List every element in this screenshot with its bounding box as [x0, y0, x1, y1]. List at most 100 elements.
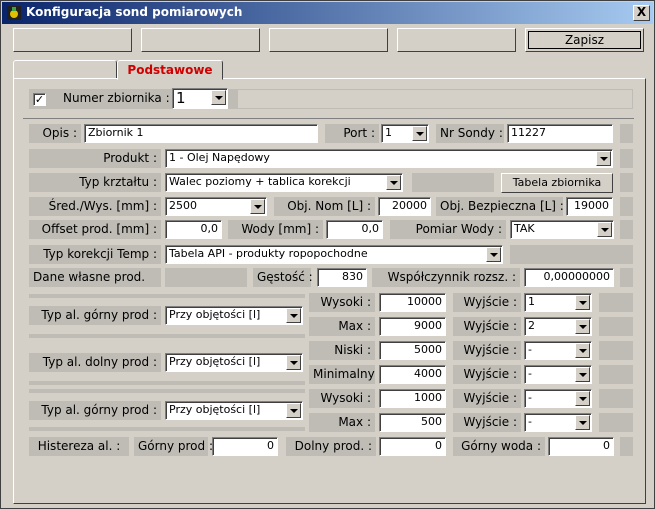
chevron-down-icon[interactable] [596, 151, 611, 166]
spacer [599, 293, 633, 312]
chevron-down-icon[interactable] [575, 415, 590, 430]
chevron-down-icon[interactable] [575, 319, 590, 334]
spacer [620, 437, 633, 456]
port-select[interactable]: 1 [381, 124, 429, 143]
chevron-down-icon[interactable] [575, 295, 590, 310]
group-divider [29, 294, 305, 298]
chevron-down-icon[interactable] [597, 222, 612, 237]
alarm-row-label: Max : [309, 413, 375, 432]
toolbar-button-1[interactable] [13, 28, 132, 52]
alarm-value-input[interactable]: 4000 [379, 365, 446, 384]
chevron-down-icon[interactable] [412, 126, 427, 141]
group-divider [29, 389, 305, 393]
pomiar-wody-select[interactable]: TAK [510, 220, 614, 239]
gorny-woda-input[interactable]: 0 [548, 437, 614, 456]
offset-label: Offset prod. [mm] : [29, 220, 161, 239]
wyjscie-select[interactable]: - [524, 413, 592, 432]
chevron-down-icon[interactable] [575, 391, 590, 406]
pomiar-wody-label: Pomiar Wody : [390, 220, 506, 239]
toolbar-button-2[interactable] [141, 28, 260, 52]
tab-other[interactable] [13, 60, 117, 80]
sred-select[interactable]: 2500 [165, 197, 267, 216]
korekcja-value: Tabela API - produkty ropopochodne [169, 247, 368, 260]
spacer [599, 341, 633, 360]
chevron-down-icon[interactable] [211, 90, 226, 105]
chevron-down-icon[interactable] [386, 175, 401, 190]
alarm-type-label: Typ al. górny prod : [29, 306, 161, 325]
chevron-down-icon[interactable] [286, 403, 301, 418]
wyjscie-label: Wyjście : [453, 389, 521, 408]
alarm-value-input[interactable]: 10000 [379, 293, 446, 312]
spacer [599, 365, 633, 384]
alarm-value-input[interactable]: 1000 [379, 389, 446, 408]
tank-number-select[interactable]: 1 [172, 88, 228, 109]
spacer [620, 197, 633, 216]
toolbar-button-4[interactable] [397, 28, 516, 52]
wyjscie-value: - [528, 367, 532, 380]
typ-ksztaltu-select[interactable]: Walec poziomy + tablica korekcji [165, 173, 403, 192]
produkt-label: Produkt : [29, 149, 161, 168]
offset-input[interactable]: 0,0 [165, 220, 222, 239]
gorny-prod-input[interactable]: 0 [212, 437, 278, 456]
alarm-type-select[interactable]: Przy objętości [l] [165, 401, 303, 420]
spacer [620, 149, 633, 168]
dolny-prod-input[interactable]: 0 [379, 437, 446, 456]
tank-number-value: 1 [176, 89, 186, 107]
spacer [620, 268, 633, 287]
histereza-label: Histereza al. : [29, 437, 129, 456]
wody-label: Wody [mm] : [228, 220, 323, 239]
alarm-row-label: Minimalny : [309, 365, 383, 384]
wsp-input[interactable]: 0,00000000 [524, 268, 614, 287]
spacer [599, 413, 633, 432]
wyjscie-label: Wyjście : [453, 341, 521, 360]
wyjscie-label: Wyjście : [453, 413, 521, 432]
group-divider [29, 381, 305, 385]
nr-sondy-input[interactable]: 11227 [507, 124, 613, 143]
alarm-type-select[interactable]: Przy objętości [l] [165, 353, 303, 372]
chevron-down-icon[interactable] [575, 343, 590, 358]
chevron-down-icon[interactable] [286, 355, 301, 370]
alarm-value-input[interactable]: 5000 [379, 341, 446, 360]
window-title: Konfiguracja sond pomiarowych [26, 5, 243, 19]
wyjscie-select[interactable]: 2 [524, 317, 592, 336]
save-button[interactable]: Zapisz [525, 28, 644, 52]
korekcja-select[interactable]: Tabela API - produkty ropopochodne [165, 245, 503, 264]
opis-input[interactable]: Zbiornik 1 [84, 124, 318, 143]
wyjscie-value: - [528, 343, 532, 356]
wyjscie-value: 2 [528, 319, 535, 332]
wyjscie-select[interactable]: - [524, 365, 592, 384]
typ-ksztaltu-label: Typ krztałtu : [29, 173, 161, 192]
alarm-row-label: Wysoki : [309, 389, 375, 408]
alarm-value-input[interactable]: 9000 [379, 317, 446, 336]
alarm-row-label: Niski : [309, 341, 375, 360]
group-divider [29, 334, 305, 338]
title-bar: Konfiguracja sond pomiarowych X [2, 2, 653, 24]
tab-podstawowe[interactable]: Podstawowe [117, 60, 223, 80]
alarm-type-value: Przy objętości [l] [169, 308, 261, 321]
toolbar-button-3[interactable] [269, 28, 388, 52]
obj-bezp-input[interactable]: 19000 [566, 197, 613, 216]
wyjscie-select[interactable]: - [524, 389, 592, 408]
alarm-value-input[interactable]: 500 [379, 413, 446, 432]
chevron-down-icon[interactable] [575, 367, 590, 382]
app-icon [7, 6, 21, 20]
chevron-down-icon[interactable] [486, 247, 501, 262]
alarm-type-value: Przy objętości [l] [169, 355, 261, 368]
alarm-type-select[interactable]: Przy objętości [l] [165, 306, 303, 325]
opis-label: Opis : [29, 124, 81, 143]
wyjscie-select[interactable]: 1 [524, 293, 592, 312]
wyjscie-select[interactable]: - [524, 341, 592, 360]
tabela-zbiornika-button[interactable]: Tabela zbiornika [501, 173, 613, 193]
obj-nom-input[interactable]: 20000 [378, 197, 431, 216]
wsp-label: Współczynnik rozsz. : [372, 268, 520, 287]
chevron-down-icon[interactable] [286, 308, 301, 323]
wody-input[interactable]: 0,0 [326, 220, 383, 239]
tank-number-label: Numer zbiornika : [63, 91, 170, 105]
chevron-down-icon[interactable] [250, 199, 265, 214]
close-button[interactable]: X [633, 5, 650, 21]
tank-checkbox[interactable]: ✓ [33, 93, 46, 106]
gestosc-label: Gęstość : [253, 268, 313, 287]
produkt-select[interactable]: 1 - Olej Napędowy [165, 149, 613, 168]
wyjscie-value: - [528, 415, 532, 428]
gestosc-input[interactable]: 830 [317, 268, 367, 287]
